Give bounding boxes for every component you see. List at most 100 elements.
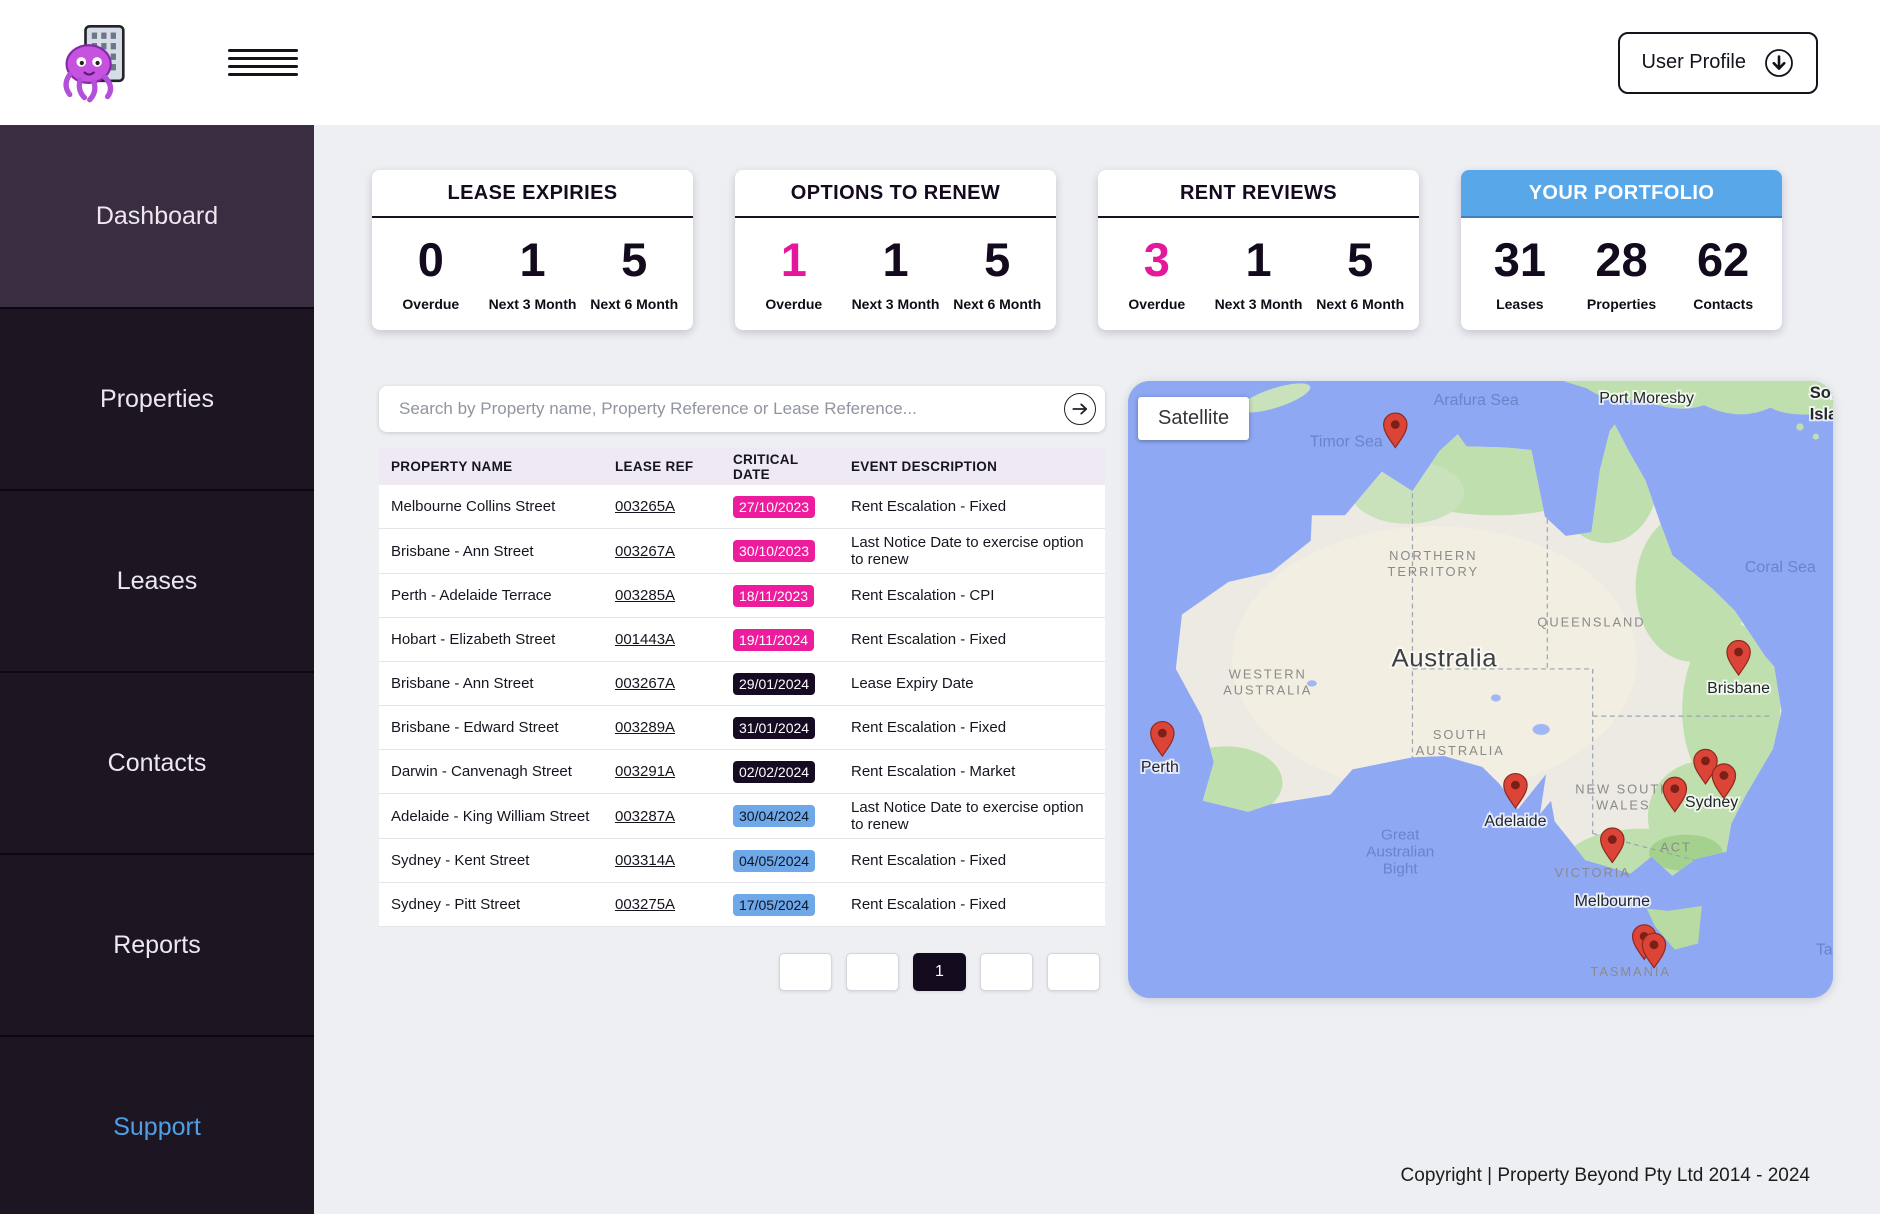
lease-ref-link[interactable]: 003291A xyxy=(615,763,675,780)
stat-value: 5 xyxy=(1309,236,1411,283)
lease-ref-link[interactable]: 003285A xyxy=(615,587,675,604)
lease-ref-link[interactable]: 003289A xyxy=(615,719,675,736)
map-label-sa-1: SOUTH xyxy=(1433,727,1488,742)
event-description-cell: Last Notice Date to exercise option to r… xyxy=(839,794,1105,838)
property-name-cell: Hobart - Elizabeth Street xyxy=(379,626,603,653)
sidebar-item-leases[interactable]: Leases xyxy=(0,489,314,671)
map-label-tasmania: TASMANIA xyxy=(1590,964,1670,979)
pagination-box-1[interactable] xyxy=(779,953,832,991)
column-header-property-name: PROPERTY NAME xyxy=(379,459,603,474)
card-title: YOUR PORTFOLIO xyxy=(1461,170,1782,218)
sidebar-item-properties[interactable]: Properties xyxy=(0,307,314,489)
card-body: 3 Overdue 1 Next 3 Month 5 Next 6 Month xyxy=(1098,218,1419,330)
stat-label: Next 6 Month xyxy=(946,296,1048,312)
hamburger-menu-icon[interactable] xyxy=(228,49,298,76)
table-row[interactable]: Sydney - Kent Street 003314A 04/05/2024 … xyxy=(379,839,1105,883)
pagination-box-4[interactable] xyxy=(980,953,1033,991)
sidebar-item-label: Leases xyxy=(117,567,198,596)
table-row[interactable]: Adelaide - King William Street 003287A 3… xyxy=(379,794,1105,839)
map-label-port-moresby: Port Moresby xyxy=(1599,390,1694,407)
search-submit-button[interactable] xyxy=(1064,393,1096,425)
hamburger-line xyxy=(228,49,298,52)
stat-value: 62 xyxy=(1672,236,1774,283)
stat-label: Leases xyxy=(1469,296,1571,312)
australia-map-svg: Arafura Sea Timor Sea Coral Sea Great Au… xyxy=(1128,381,1833,998)
sidebar-item-label: Reports xyxy=(113,931,201,960)
pagination-box-current[interactable]: 1 xyxy=(913,953,966,991)
property-name-cell: Perth - Adelaide Terrace xyxy=(379,582,603,609)
lease-ref-link[interactable]: 003267A xyxy=(615,543,675,560)
event-description-cell: Rent Escalation - Fixed xyxy=(839,847,1105,874)
stat-value: 5 xyxy=(583,236,685,283)
sidebar-item-label: Support xyxy=(113,1113,201,1142)
property-name-cell: Brisbane - Ann Street xyxy=(379,670,603,697)
map-label-nt-2: TERRITORY xyxy=(1388,564,1479,579)
hamburger-line xyxy=(228,57,298,60)
map-label-nt-1: NORTHERN xyxy=(1389,548,1477,563)
stat-label: Next 6 Month xyxy=(1309,296,1411,312)
map-label-sol-2: Isla xyxy=(1810,406,1833,424)
table-row[interactable]: Hobart - Elizabeth Street 001443A 19/11/… xyxy=(379,618,1105,662)
map-panel: Arafura Sea Timor Sea Coral Sea Great Au… xyxy=(1128,386,1833,998)
event-description-cell: Rent Escalation - CPI xyxy=(839,582,1105,609)
stat-label: Next 3 Month xyxy=(1208,296,1310,312)
map-label-brisbane: Brisbane xyxy=(1707,680,1770,697)
stat-cards-row: LEASE EXPIRIES 0 Overdue 1 Next 3 Month … xyxy=(372,170,1880,330)
sidebar-item-dashboard[interactable]: Dashboard xyxy=(0,125,314,307)
column-header-event-description: EVENT DESCRIPTION xyxy=(839,459,1105,474)
map-label-coral-sea: Coral Sea xyxy=(1745,559,1816,576)
satellite-toggle-button[interactable]: Satellite xyxy=(1138,397,1249,440)
table-header-row: PROPERTY NAME LEASE REF CRITICAL DATE EV… xyxy=(379,448,1105,485)
event-description-cell: Rent Escalation - Fixed xyxy=(839,891,1105,918)
sidebar-item-support[interactable]: Support xyxy=(0,1035,314,1214)
property-name-cell: Sydney - Kent Street xyxy=(379,847,603,874)
property-name-cell: Sydney - Pitt Street xyxy=(379,891,603,918)
octopus-logo[interactable] xyxy=(54,20,138,106)
chevron-down-circle-icon xyxy=(1764,48,1794,78)
pagination-box-2[interactable] xyxy=(846,953,899,991)
pagination-box-5[interactable] xyxy=(1047,953,1100,991)
stat-overdue: 3 Overdue xyxy=(1106,236,1208,312)
map-label-tasman-sea: Tasm xyxy=(1816,942,1833,959)
sidebar-item-label: Contacts xyxy=(108,749,207,778)
map-label-wa-2: AUSTRALIA xyxy=(1223,682,1312,697)
lease-ref-link[interactable]: 001443A xyxy=(615,631,675,648)
stat-label: Next 3 Month xyxy=(482,296,584,312)
map-label-nsw-2: WALES xyxy=(1596,797,1650,812)
event-description-cell: Rent Escalation - Fixed xyxy=(839,493,1105,520)
lease-ref-link[interactable]: 003275A xyxy=(615,896,675,913)
event-description-cell: Rent Escalation - Fixed xyxy=(839,714,1105,741)
lease-ref-link[interactable]: 003287A xyxy=(615,808,675,825)
copyright-text: Copyright | Property Beyond Pty Ltd 2014… xyxy=(1401,1165,1810,1187)
critical-date-badge: 04/05/2024 xyxy=(733,850,815,872)
table-row[interactable]: Sydney - Pitt Street 003275A 17/05/2024 … xyxy=(379,883,1105,927)
map-label-gab-1: Great xyxy=(1381,827,1420,844)
table-row[interactable]: Brisbane - Ann Street 003267A 29/01/2024… xyxy=(379,662,1105,706)
table-row[interactable]: Melbourne Collins Street 003265A 27/10/2… xyxy=(379,485,1105,529)
stat-contacts: 62 Contacts xyxy=(1672,236,1774,312)
table-row[interactable]: Perth - Adelaide Terrace 003285A 18/11/2… xyxy=(379,574,1105,618)
lease-ref-link[interactable]: 003265A xyxy=(615,498,675,515)
map-label-gab-3: Bight xyxy=(1383,860,1419,877)
table-row[interactable]: Darwin - Canvenagh Street 003291A 02/02/… xyxy=(379,750,1105,794)
property-name-cell: Melbourne Collins Street xyxy=(379,493,603,520)
map-label-timor-sea: Timor Sea xyxy=(1310,433,1383,450)
card-rent-reviews: RENT REVIEWS 3 Overdue 1 Next 3 Month 5 … xyxy=(1098,170,1419,330)
sidebar-item-reports[interactable]: Reports xyxy=(0,853,314,1035)
lease-ref-link[interactable]: 003314A xyxy=(615,852,675,869)
sidebar-item-contacts[interactable]: Contacts xyxy=(0,671,314,853)
critical-date-badge: 31/01/2024 xyxy=(733,717,815,739)
map-label-gab-2: Australian xyxy=(1366,844,1434,861)
lease-ref-link[interactable]: 003267A xyxy=(615,675,675,692)
stat-value: 1 xyxy=(845,236,947,283)
user-profile-button[interactable]: User Profile xyxy=(1618,32,1818,94)
map-label-australia: Australia xyxy=(1392,645,1498,673)
critical-date-badge: 17/05/2024 xyxy=(733,894,815,916)
table-row[interactable]: Brisbane - Edward Street 003289A 31/01/2… xyxy=(379,706,1105,750)
critical-date-badge: 30/10/2023 xyxy=(733,540,815,562)
portfolio-map[interactable]: Arafura Sea Timor Sea Coral Sea Great Au… xyxy=(1128,381,1833,998)
hamburger-line xyxy=(228,73,298,76)
table-row[interactable]: Brisbane - Ann Street 003267A 30/10/2023… xyxy=(379,529,1105,574)
stat-overdue: 0 Overdue xyxy=(380,236,482,312)
search-input[interactable] xyxy=(379,386,1105,432)
